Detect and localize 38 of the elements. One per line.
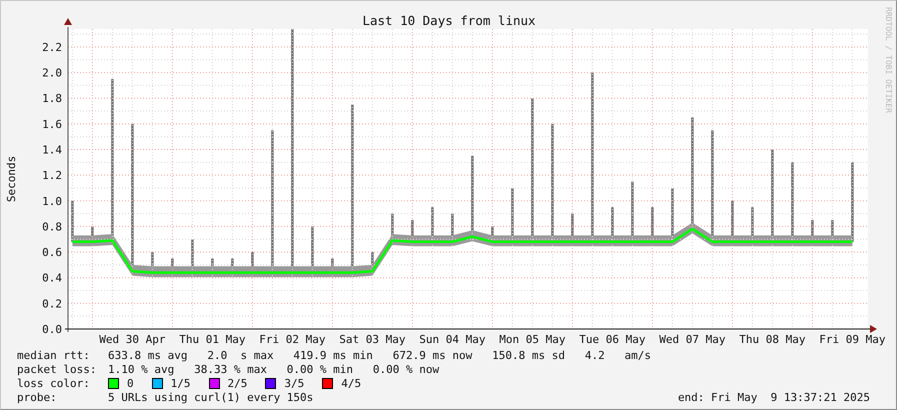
legend-label: median rtt: [17,348,91,362]
x-tick-label: Fri 09 May [819,333,886,346]
y-tick-label: 0.2 [42,297,62,310]
y-tick-label: 1.8 [42,92,62,106]
loss-color-label: 3/5 [284,376,304,390]
x-tick-label: Wed 30 Apr [99,333,166,346]
loss-color-label: 4/5 [341,376,362,390]
x-tick-label: Thu 08 May [739,333,806,346]
y-tick-label: 0.0 [42,323,62,336]
legend-label: loss color: [17,376,91,390]
x-tick-label: Thu 01 May [179,333,246,346]
y-tick-label: 2.0 [42,66,62,80]
credit-text: RRDTOOL / TOBI OETIKER [884,7,893,113]
legend-label: packet loss: [17,362,98,376]
y-tick-label: 0.4 [42,272,62,285]
y-axis-label: Seconds [5,156,18,202]
legend-value: 633.8 ms avg 2.0 s max 419.9 ms min 672.9 ms now 150.8 ms sd 4.2 am/s [108,348,652,362]
y-tick-label: 2.2 [42,40,62,54]
y-tick-label: 0.6 [42,246,62,260]
y-tick-label: 0.8 [42,220,62,234]
chart-title: Last 10 Days from linux [362,13,536,28]
x-tick-label: Tue 06 May [579,333,646,346]
probe-value: 5 URLs using curl(1) every 150s [108,390,314,404]
legend-label: probe: [17,390,58,404]
x-tick-label: Wed 07 May [659,333,726,346]
x-tick-label: Sat 03 May [339,333,406,346]
loss-color-label: 0 [127,376,134,390]
loss-color-label: 1/5 [170,376,190,390]
y-tick-label: 1.0 [42,194,62,208]
x-tick-label: Sun 04 May [419,333,486,346]
x-tick-label: Fri 02 May [259,333,326,346]
y-tick-label: 1.6 [42,118,62,131]
x-tick-label: Mon 05 May [499,333,566,346]
legend-value: 1.10 % avg 38.33 % max 0.00 % min 0.00 % now [108,362,440,376]
loss-color-label: 2/5 [228,376,248,390]
end-time: end: Fri May 9 13:37:21 2025 [678,390,870,404]
y-tick-label: 1.4 [42,144,62,157]
y-tick-label: 1.2 [42,169,62,182]
